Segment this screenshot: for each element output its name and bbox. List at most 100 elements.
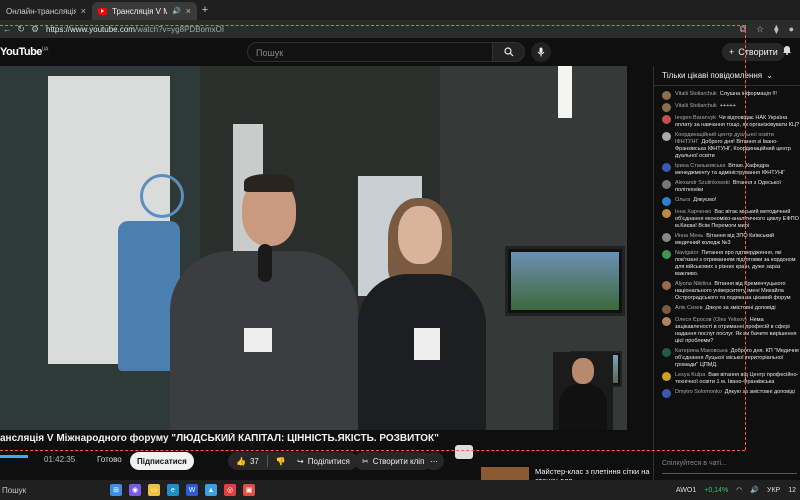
chat-message: Координаційний центр дуальної освіти ІФН… — [662, 132, 800, 160]
microphone-icon — [537, 47, 545, 57]
avatar[interactable] — [662, 348, 671, 357]
chat-message: Ievgen Baranvyk Чи відповідає НАК Україна… — [662, 115, 800, 129]
share-button[interactable]: ↪ Поділитися — [289, 452, 358, 470]
video-speaker-woman-head — [398, 206, 442, 264]
avatar[interactable] — [662, 209, 671, 218]
more-actions-button[interactable]: ⋯ — [424, 452, 444, 470]
avatar[interactable] — [662, 132, 671, 141]
chat-author[interactable]: Олеся Єросов (Oles Yelisov) — [675, 317, 747, 323]
video-tv-screen — [505, 246, 625, 316]
chat-message-body: Lesya Kulpa Вам вітання від Центр професі… — [675, 372, 800, 386]
youtube-logo[interactable]: YouTubeUA — [0, 46, 48, 58]
chat-input[interactable]: Спілкуйтеся в чаті... — [662, 460, 797, 474]
video-helmet — [140, 174, 184, 218]
video-speaker-man-hair — [244, 174, 294, 192]
chat-author[interactable]: Navigator — [675, 250, 699, 256]
avatar[interactable] — [662, 91, 671, 100]
speaker-icon[interactable]: 🔊 — [172, 7, 181, 15]
chat-author[interactable]: Алік Сизов — [675, 305, 703, 311]
chat-filter-dropdown[interactable]: Тільки цікаві повідомлення ⌄ — [654, 66, 800, 86]
video-microphone — [258, 244, 272, 282]
close-tab-icon[interactable]: × — [81, 6, 86, 16]
clock[interactable]: 12 — [788, 487, 796, 494]
logo-region: UA — [41, 46, 48, 53]
chat-author[interactable]: Alexandr Szulinkowski — [675, 180, 730, 186]
chat-message: Alexandr Szulinkowski Вітання з Одеської … — [662, 180, 800, 194]
live-chat-panel: Тільки цікаві повідомлення ⌄ Vitalii Sto… — [653, 66, 800, 480]
avatar[interactable] — [662, 197, 671, 206]
copilot-icon[interactable]: ◉ — [129, 484, 141, 496]
recommendations: Майстер-клас з плетіння сітки на станку … — [449, 441, 650, 485]
subscribe-button[interactable]: Підписатися — [130, 452, 194, 470]
wifi-icon[interactable]: ◠ — [736, 486, 742, 494]
store-icon[interactable]: ▣ — [243, 484, 255, 496]
avatar[interactable] — [662, 250, 671, 259]
taskbar-apps: ⊞ ◉ ▭ e W ▲ ◎ ▣ — [110, 484, 255, 496]
chat-message: Инна Мень Вітання від ЗПО Київський медич… — [662, 233, 800, 247]
chat-author[interactable]: Alyona Nikitina — [675, 281, 711, 287]
avatar[interactable] — [662, 281, 671, 290]
chat-author[interactable]: Інна Харченко — [675, 209, 711, 215]
create-clip-button[interactable]: ✂ Створити кліп — [354, 452, 433, 470]
chat-author[interactable]: Lesya Kulpa — [675, 372, 705, 378]
file-explorer-icon[interactable]: ▭ — [148, 484, 160, 496]
search-button[interactable] — [492, 43, 524, 61]
close-tab-icon[interactable]: × — [186, 6, 191, 16]
avatar[interactable] — [662, 180, 671, 189]
more-icon: ⋯ — [430, 456, 438, 466]
tab-label: Трансляція V Міжнародн — [112, 6, 168, 16]
taskbar-search[interactable]: Пошук — [0, 486, 80, 495]
search-box — [247, 42, 525, 62]
profile-icon[interactable]: ● — [789, 24, 794, 35]
browser-tab[interactable]: Онлайн-трансляція V Міжна × — [0, 2, 92, 20]
divider — [266, 455, 268, 467]
new-tab-button[interactable]: + — [197, 4, 213, 16]
chat-message: Alyona Nikitina Вітання від Кременчуцьког… — [662, 281, 800, 302]
chat-text: +++++ — [719, 103, 736, 109]
voice-search-button[interactable] — [531, 42, 551, 62]
search-input[interactable] — [248, 44, 488, 62]
video-player[interactable] — [0, 66, 627, 430]
avatar[interactable] — [662, 389, 671, 398]
avatar[interactable] — [662, 115, 671, 124]
video-badge — [414, 328, 440, 360]
chat-author[interactable]: Катерина Маковська — [675, 348, 728, 354]
chat-author[interactable]: Ольга — [675, 197, 690, 203]
like-icon[interactable]: 👍 — [236, 457, 246, 466]
create-button[interactable]: + Створити — [722, 43, 785, 61]
avatar[interactable] — [662, 233, 671, 242]
chat-message-body: Navigator Питання про пдтвердження, які п… — [675, 250, 800, 278]
sign-language-interpreter — [553, 352, 613, 430]
chat-text: Дякуємо! — [693, 197, 717, 203]
edge-icon[interactable]: e — [167, 484, 179, 496]
like-count: 37 — [249, 456, 259, 466]
photos-icon[interactable]: ▲ — [205, 484, 217, 496]
chat-author[interactable]: Ірина Станьковська — [675, 163, 725, 169]
chip[interactable] — [455, 445, 473, 459]
avatar[interactable] — [662, 163, 671, 172]
language-indicator[interactable]: УКР — [767, 487, 780, 494]
chat-author[interactable]: Vitalii Stoliarchuk — [675, 103, 717, 109]
selection-dashed-line — [0, 450, 745, 451]
chat-author[interactable]: Ievgen Baranvyk — [675, 115, 716, 121]
chevron-down-icon: ⌄ — [766, 71, 773, 80]
chrome-icon[interactable]: ◎ — [224, 484, 236, 496]
windows-start-icon[interactable]: ⊞ — [110, 484, 122, 496]
browser-tab-active[interactable]: Трансляція V Міжнародн 🔊 × — [92, 2, 197, 20]
bookmark-star-icon[interactable]: ☆ — [756, 24, 764, 35]
ticker-symbol[interactable]: AWO1 — [676, 487, 696, 494]
avatar[interactable] — [662, 317, 671, 326]
dislike-icon[interactable]: 👎 — [276, 457, 286, 466]
chat-author[interactable]: Dmytro Solomonko — [675, 389, 722, 395]
chat-author[interactable]: Vitalii Stoliarchuk — [675, 91, 717, 97]
volume-icon[interactable]: 🔊 — [750, 486, 759, 494]
chat-author[interactable]: Инна Мень — [675, 233, 703, 239]
browser-tab-bar: Онлайн-трансляція V Міжна × Трансляція V… — [0, 0, 800, 20]
avatar[interactable] — [662, 103, 671, 112]
word-icon[interactable]: W — [186, 484, 198, 496]
notifications-bell-icon[interactable] — [782, 44, 792, 58]
extensions-icon[interactable]: ⧫ — [774, 24, 778, 35]
avatar[interactable] — [662, 372, 671, 381]
recommendation-thumbnail[interactable] — [481, 467, 529, 481]
avatar[interactable] — [662, 305, 671, 314]
